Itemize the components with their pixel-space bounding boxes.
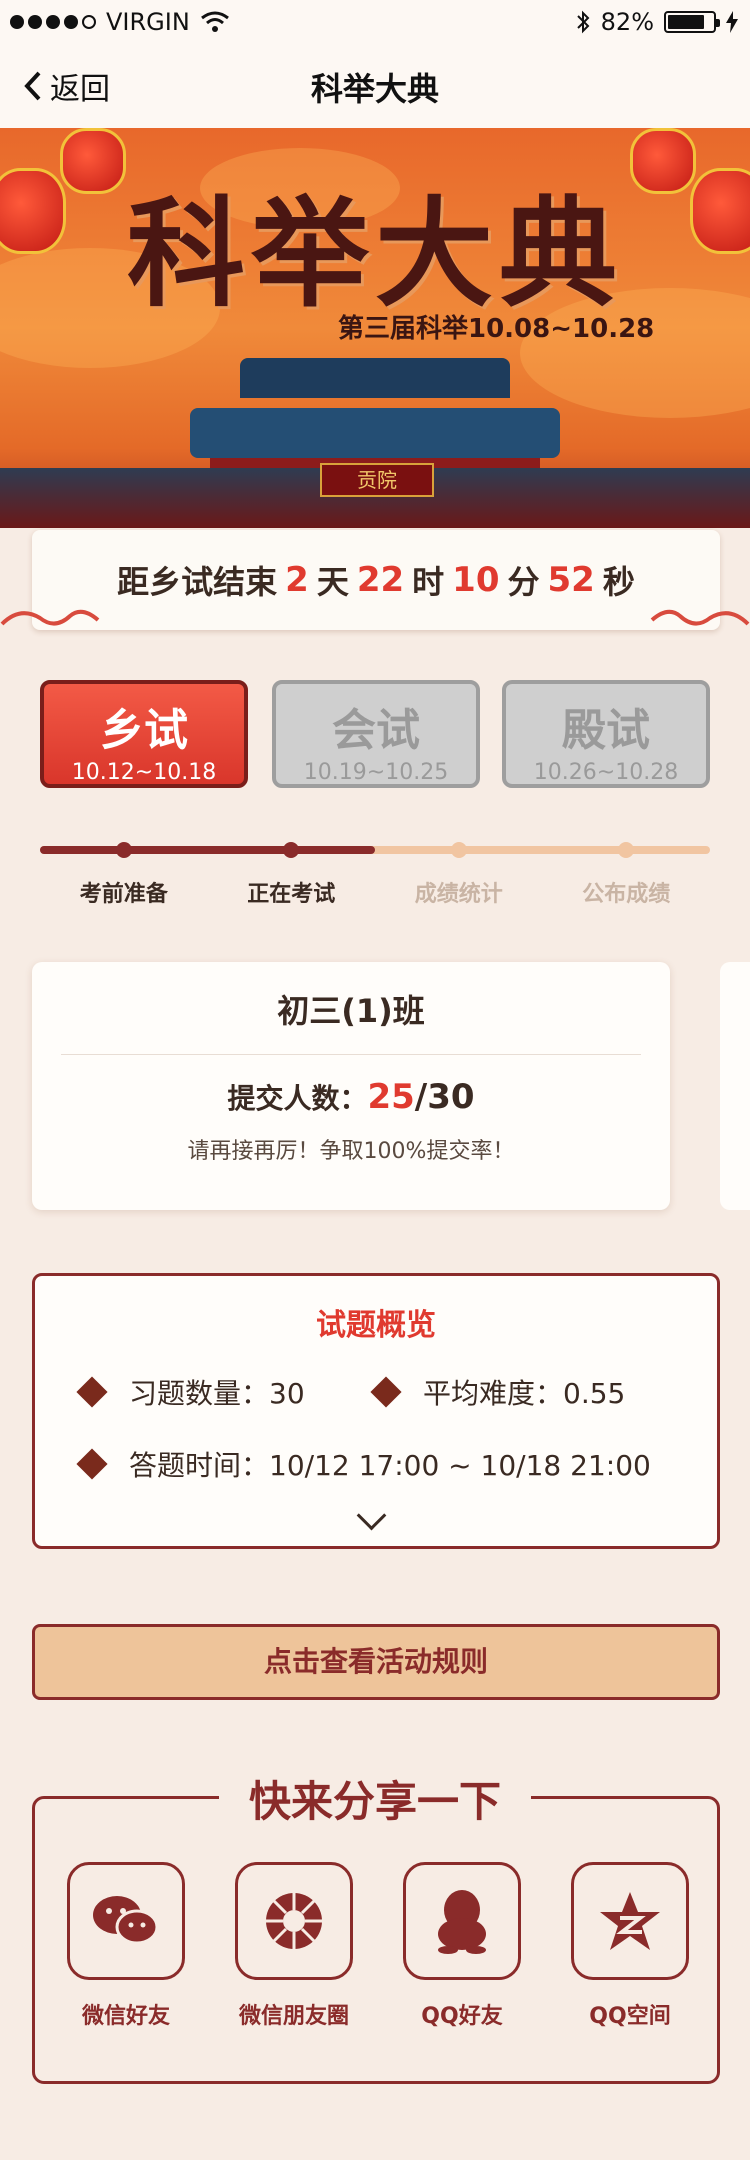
countdown-bar: 距乡试结束 2 天 22 时 10 分 52 秒: [32, 530, 720, 630]
progress-dot: [115, 842, 132, 858]
countdown-days: 2: [285, 560, 309, 600]
banner-title: 科举大典: [126, 184, 623, 323]
bluetooth-icon: [576, 10, 590, 34]
rules-button[interactable]: 点击查看活动规则: [32, 1624, 720, 1700]
class-card[interactable]: 初三(1)班 提交人数：25/30 请再接再厉！争取100%提交率！: [32, 962, 670, 1210]
overview-title: 试题概览: [316, 1308, 436, 1343]
qq-icon: [403, 1862, 521, 1980]
exam-overview: 试题概览 习题数量：30 平均难度：0.55 答题时间：10/12 17:00 …: [32, 1273, 720, 1549]
countdown-minutes: 10: [452, 560, 500, 600]
signal-icon: [10, 15, 96, 29]
submit-label: 提交人数：: [227, 1082, 368, 1115]
progress-dot: [283, 842, 300, 858]
tab-xiangshi[interactable]: 乡试 10.12~10.18: [40, 680, 248, 788]
tab-dates: 10.12~10.18: [71, 760, 217, 785]
exam-progress: [40, 842, 710, 858]
tab-dianshi[interactable]: 殿试 10.26~10.28: [502, 680, 710, 788]
overview-count: 习题数量：30: [76, 1372, 305, 1412]
tab-dates: 10.19~10.25: [303, 760, 449, 785]
nav-bar: 返回 科举大典: [0, 44, 750, 128]
encourage-text: 请再接再厉！争取100%提交率！: [187, 1139, 515, 1164]
share-label: 微信好友: [81, 2004, 170, 2029]
diamond-icon: [76, 1448, 108, 1480]
share-title: 快来分享一下: [218, 1777, 531, 1826]
page-title: 科举大典: [310, 70, 439, 108]
share-title-wrap: 快来分享一下: [0, 1768, 750, 1829]
difficulty-label: 平均难度：0.55: [423, 1377, 626, 1410]
status-right: 82%: [575, 8, 738, 36]
tab-huishi[interactable]: 会试 10.19~10.25: [272, 680, 480, 788]
countdown-seconds: 52: [547, 560, 595, 600]
moments-icon: [235, 1862, 353, 1980]
divider: [61, 1054, 641, 1055]
hero-banner: 科举大典 第三届科举10.08~10.28 贡院: [0, 128, 750, 528]
wechat-icon: [67, 1862, 185, 1980]
step-label: 成绩统计: [414, 882, 503, 907]
submitted-count: 25: [367, 1077, 415, 1117]
tab-name: 殿试: [562, 705, 650, 756]
overview-difficulty: 平均难度：0.55: [370, 1372, 626, 1412]
share-qq-zone[interactable]: QQ空间: [552, 1862, 708, 2030]
banner-subtitle: 第三届科举10.08~10.28: [338, 314, 655, 344]
countdown-hours-unit: 时: [412, 563, 445, 601]
stage-tabs: 乡试 10.12~10.18 会试 10.19~10.25 殿试 10.26~1…: [40, 680, 712, 790]
battery-icon: [664, 11, 720, 33]
battery-percent: 82%: [600, 8, 654, 36]
qzone-icon: [571, 1862, 689, 1980]
total-count: /30: [414, 1077, 475, 1117]
status-left: VIRGIN: [10, 8, 230, 36]
submit-count: 提交人数：25/30: [32, 1077, 670, 1117]
diamond-icon: [370, 1376, 402, 1408]
progress-dot: [450, 842, 467, 858]
share-label: 微信朋友圈: [238, 2004, 349, 2029]
wifi-icon: [200, 11, 229, 32]
share-items: 微信好友 微信朋友圈 QQ好友 QQ空间: [48, 1862, 708, 2030]
diamond-icon: [76, 1376, 108, 1408]
share-label: QQ空间: [589, 2004, 671, 2029]
countdown-prefix: 距乡试结束: [117, 563, 278, 601]
tab-name: 乡试: [100, 705, 188, 756]
share-qq-friend[interactable]: QQ好友: [384, 1862, 540, 2030]
countdown-hours: 22: [356, 560, 405, 600]
palace-plaque: 贡院: [320, 463, 434, 497]
chevron-down-icon[interactable]: [356, 1500, 387, 1531]
progress-fill: [40, 846, 375, 854]
countdown-minutes-unit: 分: [507, 563, 540, 601]
share-wechat-friend[interactable]: 微信好友: [48, 1862, 204, 2030]
cloud-swirl-icon: [650, 609, 750, 626]
class-name: 初三(1)班: [277, 992, 425, 1030]
step-label: 正在考试: [247, 882, 336, 907]
count-label: 习题数量：30: [129, 1377, 305, 1410]
progress-dot: [618, 842, 635, 858]
cloud-swirl-icon: [0, 609, 100, 626]
tab-dates: 10.26~10.28: [533, 760, 679, 785]
progress-steps: 考前准备 正在考试 成绩统计 公布成绩: [40, 876, 710, 908]
time-label: 答题时间：10/12 17:00 ~ 10/18 21:00: [129, 1449, 651, 1482]
step-label: 考前准备: [79, 882, 168, 907]
share-label: QQ好友: [421, 2004, 503, 2029]
next-class-card[interactable]: [720, 962, 750, 1210]
carrier-label: VIRGIN: [106, 8, 190, 36]
share-wechat-moments[interactable]: 微信朋友圈: [216, 1862, 372, 2030]
countdown-seconds-unit: 秒: [602, 563, 635, 601]
tab-name: 会试: [332, 705, 420, 756]
status-bar: VIRGIN 82%: [0, 0, 750, 44]
step-label: 公布成绩: [582, 882, 671, 907]
charging-icon: [726, 11, 738, 33]
overview-time: 答题时间：10/12 17:00 ~ 10/18 21:00: [76, 1444, 651, 1484]
countdown-days-unit: 天: [316, 563, 349, 601]
